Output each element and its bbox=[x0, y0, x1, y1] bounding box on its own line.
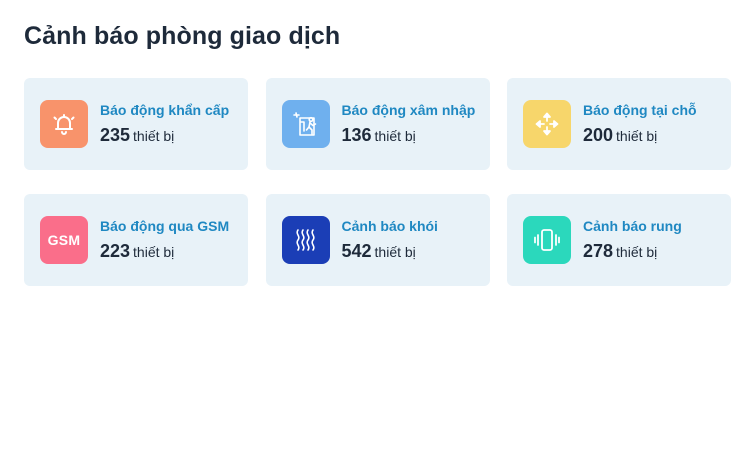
card-unit: thiết bị bbox=[133, 244, 175, 260]
card-label: Báo động tại chỗ bbox=[583, 102, 697, 118]
card-text: Báo động xâm nhập 136 thiết bị bbox=[342, 101, 476, 147]
card-count-line: 200 thiết bị bbox=[583, 125, 697, 147]
page: Cảnh báo phòng giao dịch Báo động khẩn c… bbox=[0, 0, 755, 450]
card-label: Báo động qua GSM bbox=[100, 218, 230, 234]
card-gsm-alarm[interactable]: GSM Báo động qua GSM 223 thiết bị bbox=[24, 194, 248, 286]
card-label: Cảnh báo rung bbox=[583, 218, 682, 234]
alert-card-grid: Báo động khẩn cấp 235 thiết bị Báo động … bbox=[24, 78, 731, 286]
page-title: Cảnh báo phòng giao dịch bbox=[24, 22, 341, 50]
card-emergency-alarm[interactable]: Báo động khẩn cấp 235 thiết bị bbox=[24, 78, 248, 170]
card-count: 200 bbox=[583, 125, 614, 145]
gsm-icon: GSM bbox=[47, 232, 81, 248]
vibration-icon-box bbox=[523, 216, 571, 264]
card-count: 235 bbox=[100, 125, 131, 145]
card-unit: thiết bị bbox=[616, 244, 658, 260]
card-text: Báo động khẩn cấp 235 thiết bị bbox=[100, 101, 229, 147]
smoke-icon bbox=[295, 229, 315, 251]
card-text: Cảnh báo rung 278 thiết bị bbox=[583, 217, 682, 263]
card-count-line: 542 thiết bị bbox=[342, 241, 438, 263]
card-label: Báo động khẩn cấp bbox=[100, 102, 230, 118]
card-count-line: 136 thiết bị bbox=[342, 125, 476, 147]
card-count: 278 bbox=[583, 241, 614, 261]
card-unit: thiết bị bbox=[374, 244, 416, 260]
vibration-icon bbox=[534, 229, 560, 251]
card-unit: thiết bị bbox=[374, 128, 416, 144]
bell-icon bbox=[53, 114, 75, 135]
card-count: 136 bbox=[341, 125, 372, 145]
card-count-line: 223 thiết bị bbox=[100, 241, 229, 263]
bell-icon-box bbox=[40, 100, 88, 148]
card-count-line: 235 thiết bị bbox=[100, 125, 229, 147]
card-intrusion-alarm[interactable]: Báo động xâm nhập 136 thiết bị bbox=[265, 78, 490, 170]
move-arrows-icon-box bbox=[523, 100, 571, 148]
card-text: Báo động tại chỗ 200 thiết bị bbox=[583, 101, 697, 147]
card-text: Báo động qua GSM 223 thiết bị bbox=[100, 217, 229, 263]
card-count: 542 bbox=[341, 241, 372, 261]
gsm-icon-box: GSM bbox=[40, 216, 88, 264]
card-unit: thiết bị bbox=[133, 128, 175, 144]
card-smoke-alarm[interactable]: Cảnh báo khói 542 thiết bị bbox=[265, 194, 490, 286]
card-label: Cảnh báo khói bbox=[341, 218, 438, 234]
card-label: Báo động xâm nhập bbox=[341, 102, 476, 118]
card-count-line: 278 thiết bị bbox=[583, 241, 682, 263]
card-text: Cảnh báo khói 542 thiết bị bbox=[342, 217, 438, 263]
intrusion-icon bbox=[292, 112, 316, 136]
card-vibration-alarm[interactable]: Cảnh báo rung 278 thiết bị bbox=[507, 194, 731, 286]
card-onsite-alarm[interactable]: Báo động tại chỗ 200 thiết bị bbox=[507, 78, 731, 170]
card-count: 223 bbox=[100, 241, 131, 261]
smoke-icon-box bbox=[281, 216, 330, 264]
intrusion-icon-box bbox=[281, 100, 330, 148]
move-arrows-icon bbox=[535, 112, 559, 136]
card-unit: thiết bị bbox=[616, 128, 658, 144]
